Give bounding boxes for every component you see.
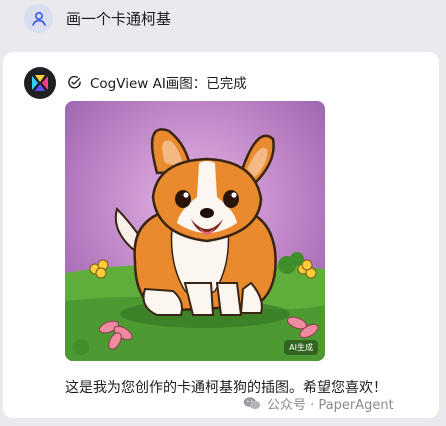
corgi-illustration — [65, 101, 325, 361]
ai-generated-badge: AI生成 — [284, 340, 318, 355]
user-message-row: 画一个卡通柯基 — [24, 4, 171, 33]
assistant-message-card: CogView AI画图：已完成 AI生成 这是我为您创作的卡通柯基狗的插图。希… — [3, 52, 439, 418]
user-avatar — [24, 4, 53, 33]
user-message-text: 画一个卡通柯基 — [66, 10, 172, 28]
user-icon — [31, 11, 46, 26]
status-text: CogView AI画图：已完成 — [90, 76, 247, 92]
zhipu-logo-icon — [32, 75, 48, 91]
bot-avatar — [24, 67, 56, 99]
generation-status: CogView AI画图：已完成 — [67, 72, 247, 92]
generated-image[interactable]: AI生成 — [65, 101, 325, 361]
check-circle-icon — [68, 75, 81, 88]
watermark: 公众号 · PaperAgent — [243, 394, 394, 413]
wechat-icon — [243, 397, 261, 410]
watermark-text: 公众号 · PaperAgent — [267, 398, 394, 413]
